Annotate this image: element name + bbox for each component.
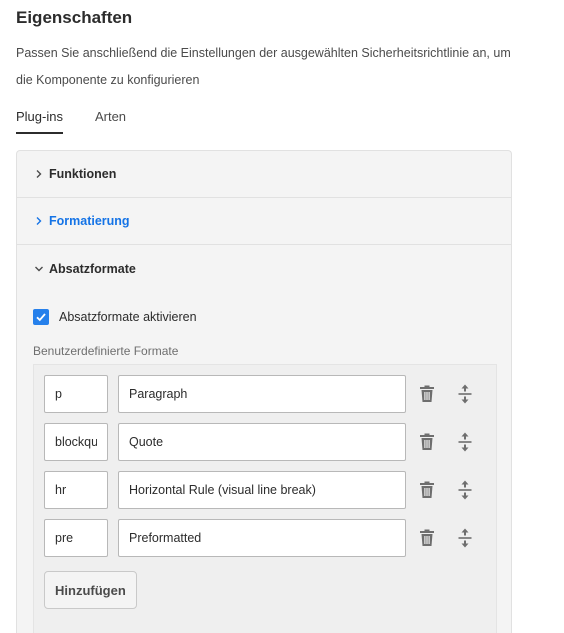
tab-bar: Plug-ins Arten [16, 108, 126, 136]
accordion-header-funktionen[interactable]: Funktionen [17, 151, 511, 198]
custom-formats-label: Benutzerdefinierte Formate [33, 344, 179, 358]
tab-arten[interactable]: Arten [95, 108, 126, 134]
drag-handle-icon[interactable] [454, 430, 476, 454]
accordion-header-absatzformate[interactable]: Absatzformate [17, 245, 511, 292]
enable-formats-checkbox[interactable] [33, 309, 49, 325]
checkmark-icon [36, 313, 46, 322]
format-tag-input[interactable] [44, 423, 108, 461]
format-description-input[interactable] [118, 519, 406, 557]
format-description-input[interactable] [118, 375, 406, 413]
tab-plug-ins[interactable]: Plug-ins [16, 108, 63, 134]
accordion-label-funktionen: Funktionen [49, 167, 117, 181]
format-description-input[interactable] [118, 471, 406, 509]
format-row [44, 471, 496, 509]
plugins-panel: Funktionen Formatierung Absatzformate Ab… [16, 150, 512, 633]
trash-icon[interactable] [416, 430, 438, 454]
drag-handle-icon[interactable] [454, 478, 476, 502]
page-title: Eigenschaften [16, 8, 133, 27]
format-description-input[interactable] [118, 423, 406, 461]
trash-icon[interactable] [416, 526, 438, 550]
format-tag-input[interactable] [44, 375, 108, 413]
drag-handle-icon[interactable] [454, 382, 476, 406]
format-row [44, 423, 496, 461]
trash-icon[interactable] [416, 382, 438, 406]
add-format-button[interactable]: Hinzufügen [44, 571, 137, 609]
chevron-down-icon [33, 263, 45, 275]
page-description: Passen Sie anschließend die Einstellunge… [16, 46, 511, 87]
format-tag-input[interactable] [44, 519, 108, 557]
accordion-label-absatzformate: Absatzformate [49, 261, 136, 276]
trash-icon[interactable] [416, 478, 438, 502]
format-tag-input[interactable] [44, 471, 108, 509]
format-row [44, 519, 496, 557]
custom-formats-list: Hinzufügen [33, 364, 497, 633]
accordion-label-formatierung: Formatierung [49, 214, 130, 228]
enable-formats-label: Absatzformate aktivieren [59, 310, 197, 324]
chevron-right-icon [33, 168, 45, 180]
accordion-header-formatierung[interactable]: Formatierung [17, 198, 511, 245]
enable-formats-row: Absatzformate aktivieren [33, 306, 495, 328]
format-row [44, 375, 496, 413]
absatzformate-body: Absatzformate aktivieren Benutzerdefinie… [17, 306, 511, 633]
chevron-right-icon [33, 215, 45, 227]
drag-handle-icon[interactable] [454, 526, 476, 550]
